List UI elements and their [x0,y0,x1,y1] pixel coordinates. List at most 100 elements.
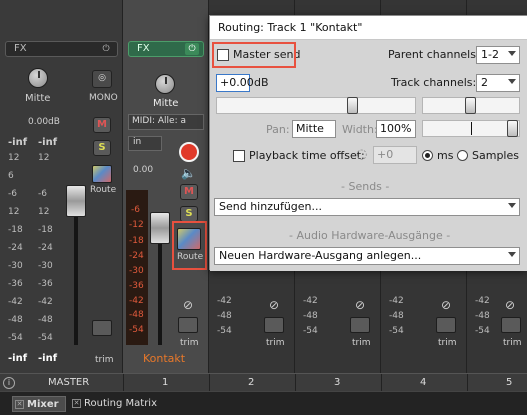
master-peak-left: -inf [8,137,28,148]
route-highlight [172,221,207,270]
kontakt-trim-icon[interactable] [178,317,198,333]
kontakt-midi-input-value: MIDI: Alle: a [132,116,186,126]
width-label: Width: [342,123,378,136]
width-slider[interactable] [422,120,520,137]
chevron-down-icon [508,79,516,84]
kontakt-fx-button[interactable]: FX ⏻ [128,41,204,57]
kontakt-input-mode-value: in [133,137,142,147]
clock-knob-icon[interactable]: ◌ [356,147,367,162]
kontakt-solo-button[interactable]: S [180,206,198,222]
trim-knob-icon[interactable]: ⊘ [355,298,365,312]
add-send-select[interactable]: Send hinzufügen... [214,198,520,216]
master-label[interactable]: MASTER [48,377,89,388]
record-arm-button[interactable] [179,142,199,162]
pan-slider-thumb[interactable] [465,97,476,114]
trim-knob-icon[interactable]: ⊘ [505,298,515,312]
playback-offset-value: +0 [377,148,394,161]
master-solo-button[interactable]: S [93,140,111,156]
trim-icon[interactable] [264,317,284,333]
master-fader[interactable] [66,185,86,217]
ms-radio[interactable] [422,150,433,161]
width-input[interactable]: 100% [376,120,416,138]
master-bottom-left: -inf [8,353,28,364]
kontakt-trim-label: trim [180,338,199,348]
kontakt-peak-readout: 0.00 [133,165,154,175]
track-number-5[interactable]: 5 [506,377,512,388]
trim-knob-icon[interactable]: ⊘ [269,298,279,312]
master-trim-icon[interactable] [92,320,112,336]
samples-label: Samples [472,149,519,162]
pan-label: Pan: [266,123,290,136]
tab-mixer[interactable]: ✕ Mixer [12,396,66,412]
width-value: 100% [380,122,412,135]
volume-slider[interactable] [216,97,416,114]
dialog-title: Routing: Track 1 "Kontakt" [210,16,527,40]
chevron-down-icon [508,51,516,56]
kontakt-mute-button[interactable]: M [180,184,198,200]
track-channels-select[interactable]: 2 [476,74,520,92]
track-number-2[interactable]: 2 [248,377,254,388]
sends-header: - Sends - [341,180,390,193]
pan-input[interactable]: Mitte [292,120,336,138]
pan-slider[interactable] [422,97,520,114]
trim-label: trim [503,338,522,348]
volume-unit: dB [254,76,269,89]
trim-knob-icon[interactable]: ⊘ [441,298,451,312]
speaker-icon[interactable]: 🔈 [181,166,196,180]
kontakt-midi-input-select[interactable]: MIDI: Alle: a [128,114,204,130]
trim-label: trim [438,338,457,348]
volume-input[interactable]: +0.00 [216,74,254,92]
parent-channels-select[interactable]: 1-2 [476,46,520,64]
kontakt-fx-label: FX [137,43,150,54]
master-route-icon[interactable] [92,165,112,183]
kontakt-input-mode-select[interactable]: in [128,136,162,151]
master-route-label: Route [90,185,117,195]
master-mute-button[interactable]: M [93,117,111,133]
ms-label: ms [437,149,454,162]
master-fx-label: FX [14,43,27,54]
master-pan-label: Mitte [25,93,51,104]
trim-label: trim [266,338,285,348]
parent-channels-value: 1-2 [481,48,499,61]
close-icon[interactable]: ✕ [72,399,81,408]
power-icon[interactable]: ⏻ [185,43,199,55]
track-channels-label: Track channels: [391,76,477,89]
tab-routing-matrix[interactable]: ✕ Routing Matrix [70,396,157,412]
trim-icon[interactable] [350,317,370,333]
kontakt-pan-knob[interactable] [155,74,175,94]
add-hw-output-select[interactable]: Neuen Hardware-Ausgang anlegen... [214,247,520,265]
kontakt-track-name[interactable]: Kontakt [143,352,185,365]
master-fx-button[interactable]: FX ⏻ [5,41,118,57]
chevron-down-icon [508,203,516,208]
mixer-window: FX ⏻ Mitte ◎ MONO 0.00 dB -inf -inf M S R… [0,0,527,415]
mono-label: MONO [89,93,118,103]
close-icon[interactable]: ✕ [15,400,24,409]
playback-offset-checkbox[interactable] [233,150,245,162]
track-number-4[interactable]: 4 [420,377,426,388]
master-pan-knob[interactable] [28,68,48,88]
routing-dialog: Routing: Track 1 "Kontakt" Master send P… [209,15,527,271]
mono-icon[interactable]: ◎ [92,70,112,88]
power-icon[interactable]: ⏻ [99,43,113,55]
info-icon[interactable]: i [3,377,15,389]
tab-routing-matrix-label: Routing Matrix [84,398,158,409]
width-slider-thumb[interactable] [507,120,518,137]
playback-offset-input[interactable]: +0 [373,146,417,164]
trim-icon[interactable] [501,317,521,333]
track-number-1[interactable]: 1 [162,377,168,388]
width-slider-center [471,122,472,135]
master-strip: FX ⏻ Mitte ◎ MONO 0.00dB -inf -inf M S R… [0,0,123,373]
samples-radio[interactable] [457,150,468,161]
kontakt-fader[interactable] [150,212,170,244]
trim-label: trim [352,338,371,348]
volume-slider-thumb[interactable] [347,97,358,114]
dialog-body: Master send Parent channels: 1-2 +0.00 d… [210,40,527,271]
track-number-3[interactable]: 3 [334,377,340,388]
master-bottom-right: -inf [38,353,58,364]
chevron-down-icon [508,252,516,257]
trim-knob-icon[interactable]: ⊘ [183,298,193,312]
trim-icon[interactable] [436,317,456,333]
master-trim-label: trim [95,355,114,365]
track-name-bar: i MASTER 1 2 3 4 5 [0,373,527,392]
pan-value: Mitte [296,122,324,135]
